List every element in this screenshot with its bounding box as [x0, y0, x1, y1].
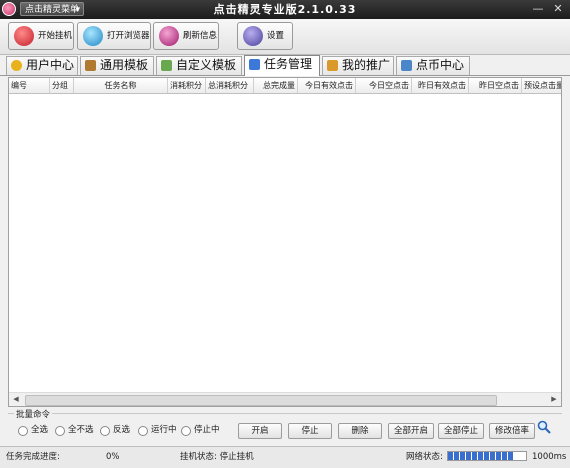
template-icon [161, 60, 172, 71]
radio-label: 停止中 [194, 425, 220, 435]
start-button[interactable]: 开启 [238, 423, 282, 439]
progress-label: 任务完成进度: [6, 452, 60, 462]
delete-button[interactable]: 删除 [338, 423, 382, 439]
table-header: 编号 分组 任务名称 消耗积分 总消耗积分 总完成量 今日有效点击 今日空点击 … [9, 78, 561, 94]
scroll-right-icon[interactable]: ▶ [547, 393, 561, 406]
radio-label: 运行中 [151, 425, 177, 435]
progress-value: 0% [106, 452, 120, 462]
column-header[interactable]: 消耗积分 [168, 78, 206, 93]
open-browser-label: 打开浏览器 [107, 31, 150, 41]
stop-button[interactable]: 停止 [288, 423, 332, 439]
tab-label: 任务管理 [264, 57, 313, 71]
tab-coin-center[interactable]: 点币中心 [396, 56, 470, 75]
refresh-info-button[interactable]: 刷新信息 [153, 22, 219, 50]
column-header[interactable]: 任务名称 [74, 78, 168, 93]
tab-my-promotion[interactable]: 我的推广 [322, 56, 394, 75]
scroll-left-icon[interactable]: ◀ [9, 393, 23, 406]
column-header[interactable]: 分组 [50, 78, 74, 93]
radio-dot [18, 426, 28, 436]
tab-custom-template[interactable]: 自定义模板 [156, 56, 242, 75]
tab-label: 通用模板 [100, 58, 149, 72]
tab-common-template[interactable]: 通用模板 [80, 56, 154, 75]
column-header[interactable]: 预设点击量 [522, 78, 561, 93]
horizontal-scrollbar[interactable]: ◀ ▶ [9, 392, 561, 406]
start-all-button[interactable]: 全部开启 [388, 423, 434, 439]
promo-icon [327, 60, 338, 71]
refresh-info-label: 刷新信息 [183, 31, 218, 41]
tab-label: 我的推广 [342, 58, 391, 72]
radio-dot [100, 426, 110, 436]
column-header[interactable]: 今日空点击 [356, 78, 412, 93]
settings-label: 设置 [267, 31, 285, 41]
tab-label: 点币中心 [416, 58, 465, 72]
tab-task-management[interactable]: 任务管理 [244, 55, 320, 76]
browser-icon [83, 26, 103, 46]
settings-button[interactable]: 设置 [237, 22, 293, 50]
hang-status: 挂机状态: 停止挂机 [180, 452, 254, 462]
window-title: 点击精灵专业版2.1.0.33 [213, 3, 357, 16]
batch-command-group: 批量命令 全选 全不选 反选 运行中 停止中 开启 停止 删除 全部开启 全部停… [8, 408, 562, 441]
radio-label: 全选 [31, 425, 49, 435]
cart-icon [401, 60, 412, 71]
refresh-icon [159, 26, 179, 46]
task-icon [249, 59, 260, 70]
network-status-bar [447, 451, 527, 461]
column-header[interactable]: 昨日空点击 [469, 78, 522, 93]
network-status-fill [448, 452, 515, 460]
radio-select-none[interactable]: 全不选 [55, 425, 94, 436]
start-hang-button[interactable]: 开始挂机 [8, 22, 74, 50]
radio-select-all[interactable]: 全选 [18, 425, 48, 436]
open-browser-button[interactable]: 打开浏览器 [77, 22, 151, 50]
stop-all-button[interactable]: 全部停止 [438, 423, 484, 439]
tab-user-center[interactable]: 用户中心 [6, 56, 78, 75]
minimize-button[interactable]: — [530, 1, 546, 17]
radio-running[interactable]: 运行中 [138, 425, 177, 436]
column-header[interactable]: 昨日有效点击 [412, 78, 469, 93]
radio-label: 全不选 [68, 425, 94, 435]
group-label: 批量命令 [14, 408, 53, 420]
title-bar: 点击精灵菜单 ▾ 点击精灵专业版2.1.0.33 — ✕ [0, 0, 570, 19]
settings-icon [243, 26, 263, 46]
star-icon [11, 60, 22, 71]
radio-label: 反选 [113, 425, 131, 435]
column-header[interactable]: 总完成量 [254, 78, 298, 93]
close-button[interactable]: ✕ [550, 1, 566, 17]
modify-rate-button[interactable]: 修改倍率 [489, 423, 535, 439]
start-hang-label: 开始挂机 [38, 31, 73, 41]
toolbar: 开始挂机 打开浏览器 刷新信息 设置 [0, 19, 570, 55]
radio-dot [55, 426, 65, 436]
radio-dot [138, 426, 148, 436]
task-table[interactable]: 编号 分组 任务名称 消耗积分 总消耗积分 总完成量 今日有效点击 今日空点击 … [8, 77, 562, 407]
column-header[interactable]: 今日有效点击 [298, 78, 356, 93]
status-bar: 任务完成进度: 0% 挂机状态: 停止挂机 网络状态: 1000ms [0, 446, 570, 468]
tab-label: 用户中心 [26, 58, 75, 72]
network-latency: 1000ms [532, 452, 567, 462]
wand-icon [85, 60, 96, 71]
search-icon[interactable] [537, 420, 551, 434]
radio-stopped[interactable]: 停止中 [181, 425, 220, 436]
scroll-thumb[interactable] [25, 395, 497, 406]
radio-invert[interactable]: 反选 [100, 425, 130, 436]
tab-label: 自定义模板 [176, 58, 237, 72]
tab-bar: 用户中心 通用模板 自定义模板 任务管理 我的推广 点币中心 [0, 55, 570, 76]
start-icon [14, 26, 34, 46]
radio-dot [181, 426, 191, 436]
network-label: 网络状态: [406, 452, 443, 462]
column-header[interactable]: 编号 [9, 78, 50, 93]
column-header[interactable]: 总消耗积分 [206, 78, 254, 93]
